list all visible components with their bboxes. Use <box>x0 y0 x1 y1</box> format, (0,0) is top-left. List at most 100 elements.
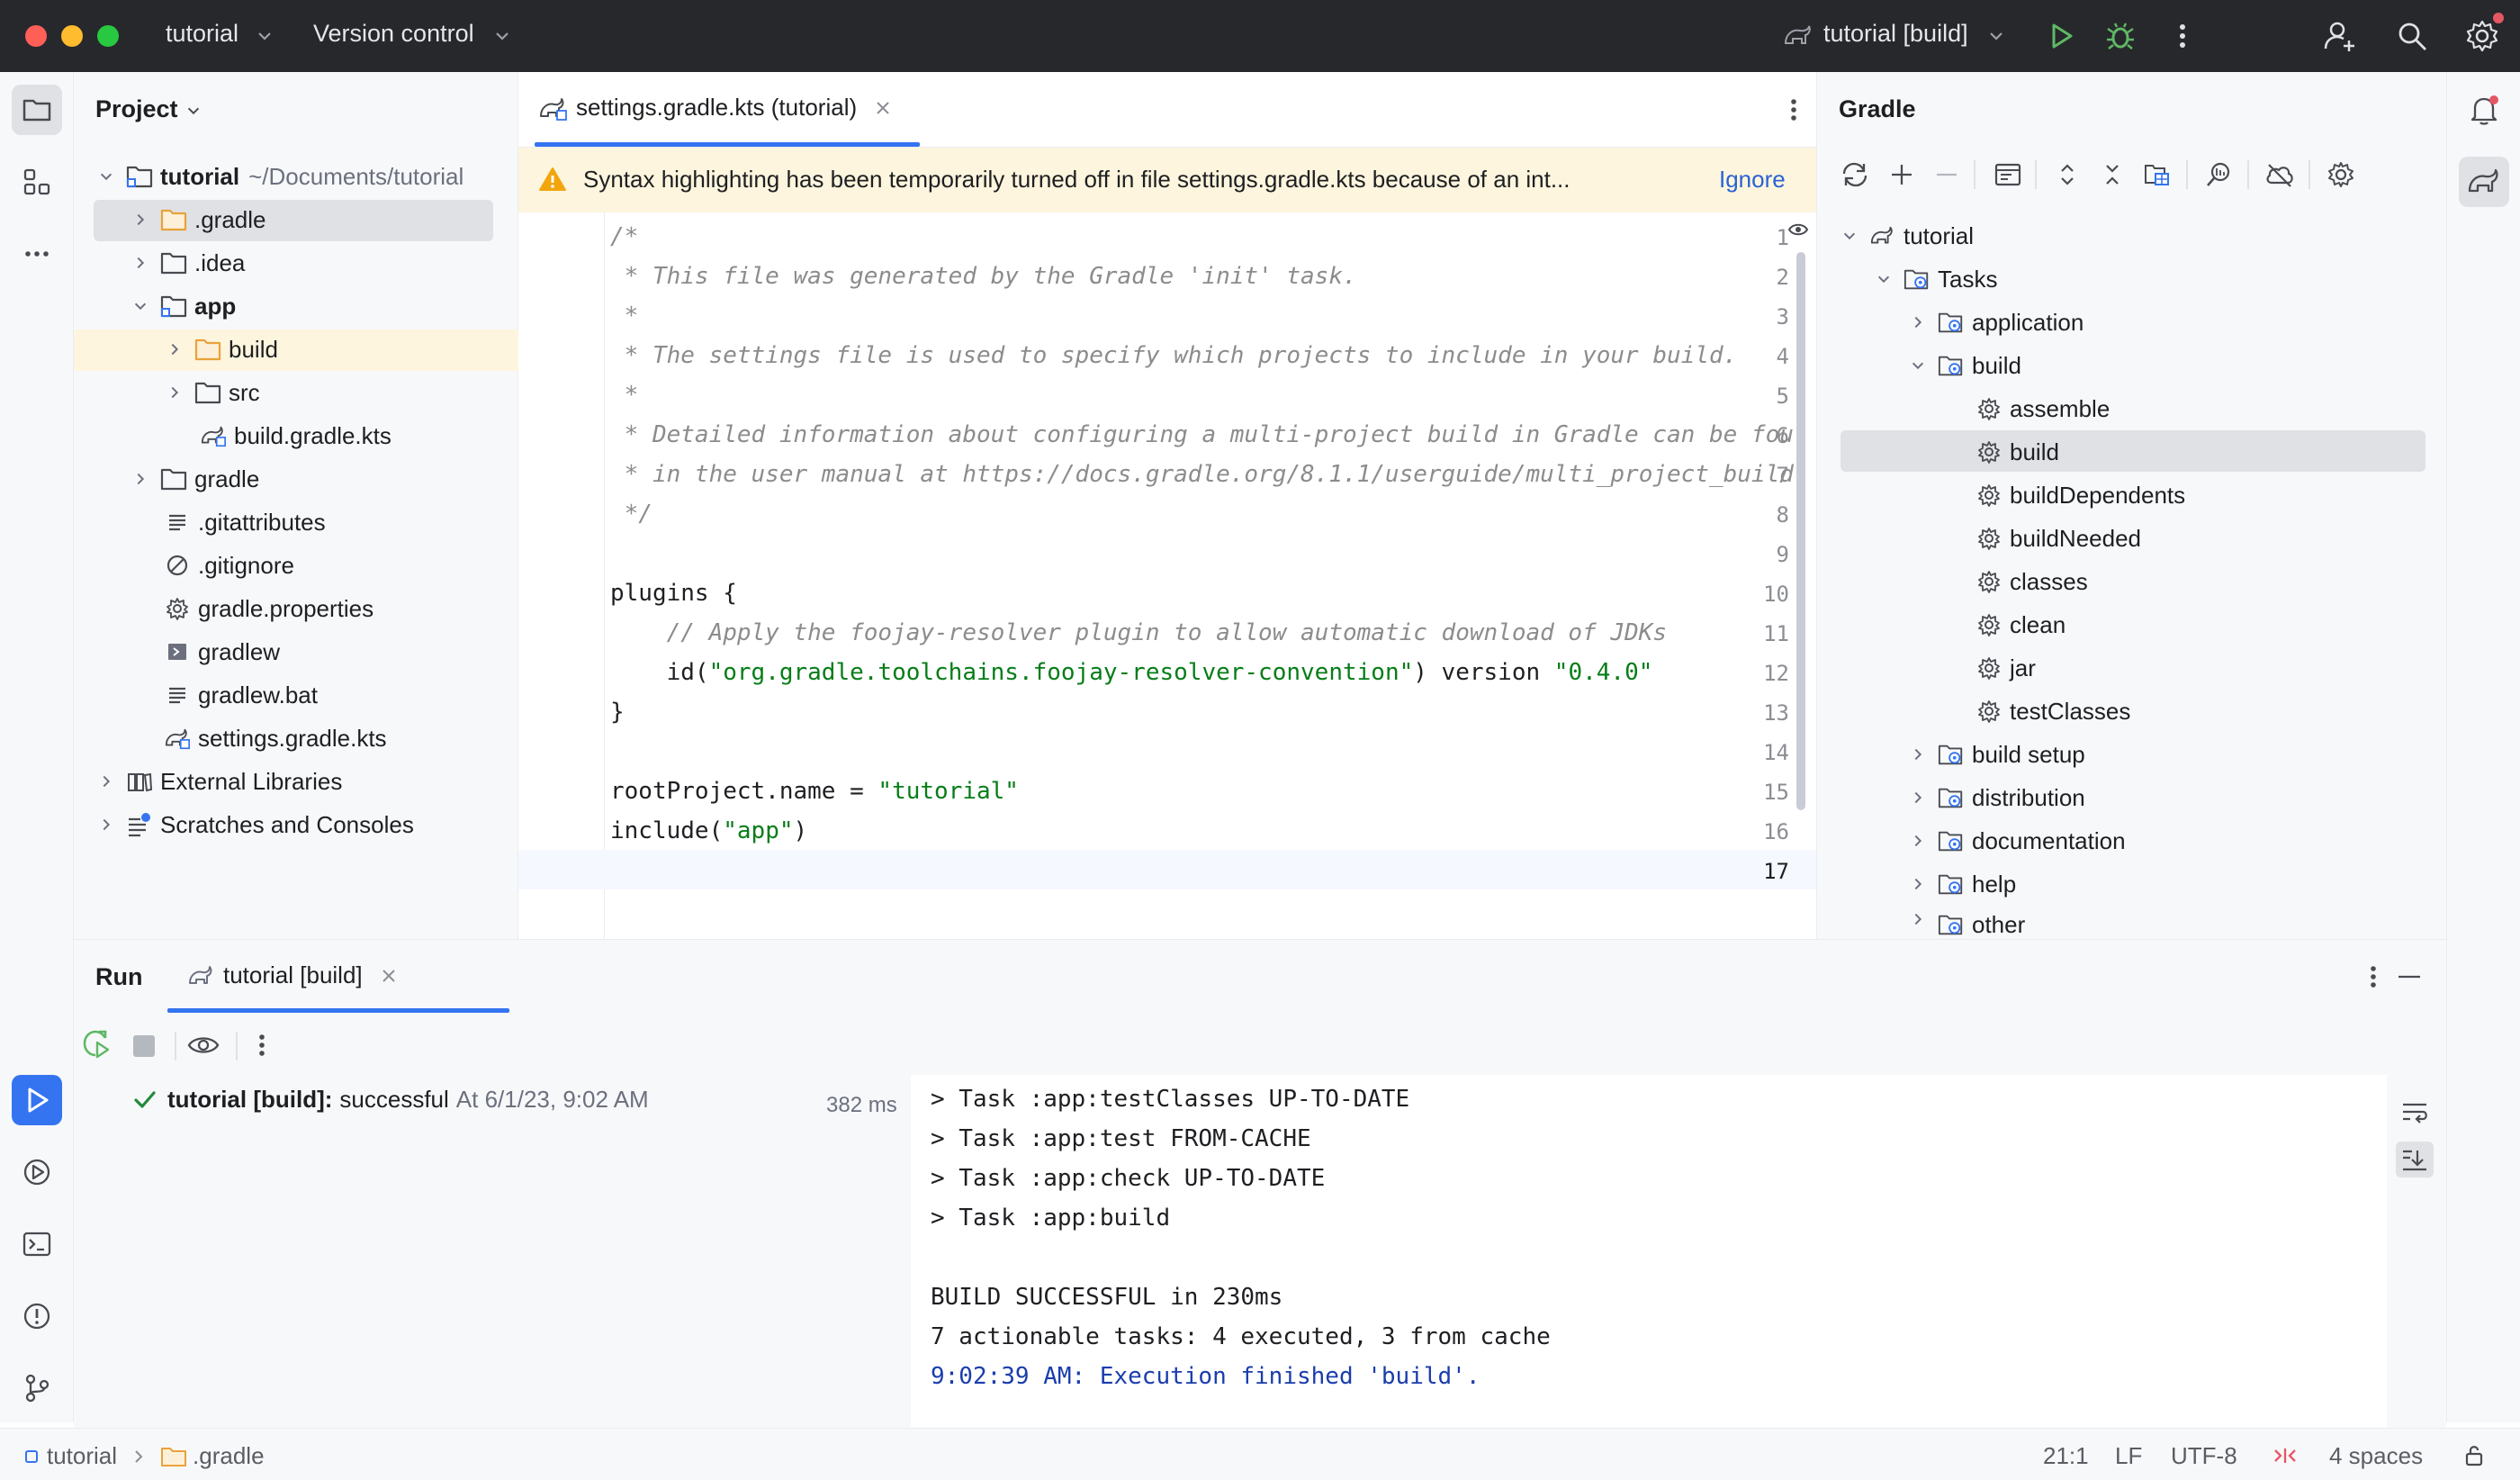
analyze-dependencies-button[interactable] <box>2199 155 2238 194</box>
gradle-task-assemble[interactable]: assemble <box>1976 387 2110 430</box>
chevron-down-icon[interactable] <box>1876 271 1892 287</box>
chevron-right-icon[interactable] <box>132 212 148 228</box>
chevron-down-icon[interactable] <box>1841 228 1858 244</box>
gradle-task-jar[interactable]: jar <box>1976 646 2036 690</box>
soft-wrap-icon[interactable] <box>2399 1098 2430 1125</box>
chevron-right-icon[interactable] <box>132 255 148 271</box>
file-encoding[interactable]: UTF-8 <box>2171 1442 2237 1470</box>
stop-button[interactable] <box>133 1035 155 1057</box>
gradle-settings-button[interactable] <box>2321 155 2361 194</box>
gradle-task-test-classes[interactable]: testClasses <box>1976 690 2130 733</box>
gradle-node-tasks[interactable]: Tasks <box>1875 257 1997 301</box>
search-icon[interactable] <box>2396 20 2428 52</box>
tree-node-gradle-properties[interactable]: gradle.properties <box>164 587 374 630</box>
services-tool-button[interactable] <box>12 1147 62 1197</box>
reader-mode-eye-icon[interactable] <box>1787 221 1809 238</box>
group-modules-button[interactable] <box>2138 155 2177 194</box>
tree-node-app-build[interactable]: build <box>166 328 278 371</box>
chevron-down-icon[interactable] <box>98 168 114 185</box>
more-vertical-icon[interactable] <box>2169 20 2196 52</box>
git-tool-button[interactable] <box>12 1363 62 1413</box>
gradle-task-build[interactable]: build <box>1976 430 2059 474</box>
tree-node-tutorial[interactable]: tutorial ~/Documents/tutorial <box>97 155 511 198</box>
tree-node-gradle-folder[interactable]: gradle <box>131 457 259 501</box>
gradle-task-build-needed[interactable]: buildNeeded <box>1976 517 2141 560</box>
execute-task-button[interactable] <box>1988 155 2028 194</box>
editor-tab-settings-gradle-kts[interactable]: settings.gradle.kts (tutorial) <box>538 94 893 122</box>
problems-tool-button[interactable] <box>12 1291 62 1341</box>
ignore-link[interactable]: Ignore <box>1719 166 1786 194</box>
tree-node-app[interactable]: app <box>131 284 236 328</box>
collapse-all-button[interactable] <box>2092 155 2132 194</box>
tree-node-idea[interactable]: .idea <box>131 241 245 284</box>
chevron-right-icon[interactable] <box>132 471 148 487</box>
project-tool-button[interactable] <box>12 85 62 135</box>
minimize-window-button[interactable] <box>61 25 83 47</box>
caret-position[interactable]: 21:1 <box>2043 1442 2089 1470</box>
add-project-button[interactable] <box>1882 155 1922 194</box>
reload-button[interactable] <box>1835 155 1875 194</box>
code-area[interactable]: /* * This file was generated by the Grad… <box>607 212 1795 939</box>
tree-node-scratches[interactable]: Scratches and Consoles <box>97 803 414 846</box>
offline-mode-button[interactable] <box>2260 155 2300 194</box>
chevron-right-icon[interactable] <box>1910 314 1926 330</box>
tree-node-external-libraries[interactable]: External Libraries <box>97 760 342 803</box>
console-output[interactable]: > Task :app:testClasses UP-TO-DATE > Tas… <box>911 1075 2387 1429</box>
gradle-node-build-setup[interactable]: build setup <box>1909 733 2085 776</box>
gradle-node-tutorial[interactable]: tutorial <box>1840 214 1974 257</box>
add-user-icon[interactable] <box>2322 18 2358 54</box>
tree-node-build-gradle-kts[interactable]: build.gradle.kts <box>200 414 392 457</box>
rerun-icon[interactable] <box>81 1028 113 1060</box>
remove-project-button[interactable] <box>1927 155 1966 194</box>
expand-all-button[interactable] <box>2048 155 2087 194</box>
close-window-button[interactable] <box>25 25 47 47</box>
indent-setting[interactable]: 4 spaces <box>2329 1442 2423 1470</box>
close-tab-icon[interactable] <box>379 966 399 986</box>
run-tab-tutorial-build[interactable]: tutorial [build] <box>187 961 399 989</box>
gradle-task-clean[interactable]: clean <box>1976 603 2066 646</box>
more-vertical-icon[interactable] <box>248 1030 275 1060</box>
structure-tool-button[interactable] <box>12 157 62 207</box>
tree-node-gitignore[interactable]: .gitignore <box>164 544 294 587</box>
build-result-row[interactable]: tutorial [build]: successful At 6/1/23, … <box>131 1086 649 1114</box>
chevron-right-icon[interactable] <box>166 384 183 401</box>
run-config-selector[interactable]: tutorial [build] <box>1823 20 1968 48</box>
gradle-node-distribution[interactable]: distribution <box>1909 776 2085 819</box>
chevron-right-icon[interactable] <box>98 773 114 790</box>
chevron-right-icon[interactable] <box>1910 876 1926 892</box>
more-tools-button[interactable] <box>12 229 62 279</box>
minimize-panel-icon[interactable] <box>2396 965 2423 988</box>
chevron-right-icon[interactable] <box>1910 911 1926 927</box>
read-only-lock-icon[interactable] <box>2462 1443 2488 1468</box>
terminal-tool-button[interactable] <box>12 1219 62 1269</box>
project-panel-title[interactable]: Project <box>95 95 178 123</box>
chevron-down-icon[interactable] <box>1910 357 1926 374</box>
more-vertical-icon[interactable] <box>1780 95 1807 124</box>
editor-scrollbar[interactable] <box>1796 252 1805 810</box>
tree-node-gradlew-bat[interactable]: gradlew.bat <box>164 673 318 717</box>
tree-node-gradlew[interactable]: gradlew <box>164 630 280 673</box>
chevron-down-icon[interactable] <box>132 298 148 314</box>
gradle-node-help[interactable]: help <box>1909 862 2016 906</box>
breadcrumb-project[interactable]: tutorial <box>47 1442 117 1470</box>
project-switcher[interactable]: tutorial <box>166 20 238 48</box>
tree-node-gradle-dir[interactable]: .gradle <box>131 198 266 241</box>
gradle-task-classes[interactable]: classes <box>1976 560 2088 603</box>
gradle-tool-button[interactable] <box>2459 157 2509 207</box>
tree-node-settings-gradle-kts[interactable]: settings.gradle.kts <box>164 717 387 760</box>
view-options-eye-icon[interactable] <box>185 1030 221 1060</box>
run-icon[interactable] <box>2045 20 2077 52</box>
chevron-right-icon[interactable] <box>1910 790 1926 806</box>
chevron-right-icon[interactable] <box>166 341 183 357</box>
line-separator[interactable]: LF <box>2115 1442 2142 1470</box>
tree-node-src[interactable]: src <box>166 371 260 414</box>
chevron-right-icon[interactable] <box>1910 833 1926 849</box>
debug-icon[interactable] <box>2104 20 2137 52</box>
vcs-menu[interactable]: Version control <box>313 20 474 48</box>
gradle-node-build-group[interactable]: build <box>1909 344 2021 387</box>
breadcrumb-folder[interactable]: .gradle <box>193 1442 265 1470</box>
tree-node-gitattributes[interactable]: .gitattributes <box>164 501 326 544</box>
gradle-node-other[interactable]: other <box>1909 906 2025 939</box>
scroll-to-end-button[interactable] <box>2396 1142 2434 1178</box>
close-tab-icon[interactable] <box>873 98 893 118</box>
